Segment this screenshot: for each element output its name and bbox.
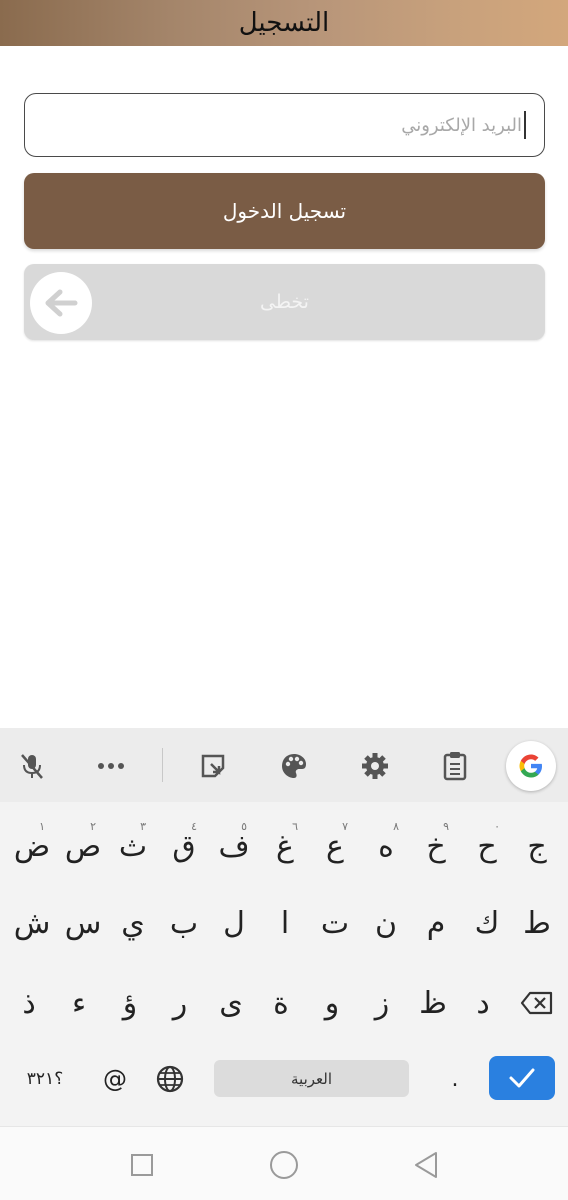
email-field[interactable]: البريد الإلكتروني xyxy=(24,93,545,157)
key-row1-9[interactable]: خ٩ xyxy=(411,818,461,874)
backspace-icon[interactable] xyxy=(512,975,562,1031)
key-char: ح xyxy=(477,828,497,864)
period-key[interactable]: . xyxy=(430,1051,480,1107)
key-row2-3[interactable]: ي xyxy=(108,895,158,951)
skip-button[interactable]: تخطى xyxy=(24,264,545,340)
text-caret xyxy=(524,111,526,139)
key-row3-6[interactable]: ة xyxy=(256,975,306,1031)
key-row1-4[interactable]: ق٤ xyxy=(159,818,209,874)
symbols-key[interactable]: ؟٣٢١ xyxy=(18,1051,72,1107)
key-row1-8[interactable]: ه٨ xyxy=(361,818,411,874)
key-row2-6[interactable]: ا xyxy=(260,895,310,951)
key-char: ث xyxy=(118,828,148,864)
key-char: ج xyxy=(527,828,547,864)
key-row3-10[interactable]: د xyxy=(458,975,508,1031)
toolbar-divider xyxy=(162,748,163,782)
key-hint: ٥ xyxy=(241,820,247,833)
login-button[interactable]: تسجيل الدخول xyxy=(24,173,545,249)
enter-key[interactable] xyxy=(489,1056,555,1100)
key-row2-10[interactable]: ك xyxy=(462,895,512,951)
key-char: غ xyxy=(276,828,294,864)
system-navbar xyxy=(0,1126,568,1200)
app-header: التسجيل xyxy=(0,0,568,46)
back-icon[interactable] xyxy=(406,1145,446,1185)
key-row1-5[interactable]: ف٥ xyxy=(209,818,259,874)
key-row2-4[interactable]: ب xyxy=(159,895,209,951)
key-hint: ٤ xyxy=(191,820,197,833)
key-row3-5[interactable]: ى xyxy=(206,975,256,1031)
key-row1-2[interactable]: ص٢ xyxy=(58,818,108,874)
page-title: التسجيل xyxy=(238,8,330,38)
key-row2-2[interactable]: س xyxy=(58,895,108,951)
space-key[interactable]: العربية xyxy=(214,1060,409,1097)
key-hint: ٣ xyxy=(140,820,146,833)
key-char: خ xyxy=(426,828,446,864)
key-row1-11[interactable]: ج xyxy=(512,818,562,874)
key-row3-1[interactable]: ذ xyxy=(4,975,54,1031)
key-char: ق xyxy=(172,828,196,864)
home-icon[interactable] xyxy=(264,1145,304,1185)
key-row1-7[interactable]: ع٧ xyxy=(310,818,360,874)
checkmark-icon xyxy=(509,1068,535,1088)
key-char: ه xyxy=(378,828,394,864)
skip-button-label: تخطى xyxy=(260,291,309,313)
key-row2-11[interactable]: ط xyxy=(512,895,562,951)
login-button-label: تسجيل الدخول xyxy=(222,199,347,223)
key-hint: ٧ xyxy=(342,820,348,833)
key-char: ف xyxy=(218,828,250,864)
key-hint: ٩ xyxy=(443,820,449,833)
soft-keyboard: ض١ ص٢ ث٣ ق٤ ف٥ غ٦ ع٧ ه٨ خ٩ ح٠ ج ش س ي ب … xyxy=(0,728,568,1126)
key-row1-1[interactable]: ض١ xyxy=(7,818,57,874)
key-row1-6[interactable]: غ٦ xyxy=(260,818,310,874)
globe-icon[interactable] xyxy=(145,1051,195,1107)
arrow-left-icon xyxy=(30,272,92,334)
key-row3-3[interactable]: ؤ xyxy=(105,975,155,1031)
google-logo[interactable] xyxy=(506,741,556,791)
key-row2-1[interactable]: ش xyxy=(7,895,57,951)
email-placeholder: البريد الإلكتروني xyxy=(401,114,522,136)
key-row1-3[interactable]: ث٣ xyxy=(108,818,158,874)
key-row2-8[interactable]: ن xyxy=(361,895,411,951)
key-hint: ٠ xyxy=(494,820,500,833)
key-hint: ٨ xyxy=(393,820,399,833)
key-row3-7[interactable]: و xyxy=(307,975,357,1031)
key-row3-8[interactable]: ز xyxy=(357,975,407,1031)
keyboard-toolbar xyxy=(0,728,568,802)
key-row1-10[interactable]: ح٠ xyxy=(462,818,512,874)
key-hint: ٦ xyxy=(292,820,298,833)
key-row2-9[interactable]: م xyxy=(411,895,461,951)
key-row3-4[interactable]: ر xyxy=(155,975,205,1031)
key-char: ع xyxy=(326,828,344,864)
key-char: ص xyxy=(64,828,102,864)
at-key[interactable]: @ xyxy=(90,1051,140,1107)
key-row2-7[interactable]: ت xyxy=(310,895,360,951)
key-char: ض xyxy=(13,828,51,864)
key-row3-2[interactable]: ء xyxy=(54,975,104,1031)
key-hint: ٢ xyxy=(90,820,96,833)
recents-icon[interactable] xyxy=(122,1145,162,1185)
mic-off-icon[interactable] xyxy=(12,746,52,786)
key-row2-5[interactable]: ل xyxy=(209,895,259,951)
clipboard-icon[interactable] xyxy=(435,746,475,786)
key-row3-9[interactable]: ظ xyxy=(408,975,458,1031)
palette-icon[interactable] xyxy=(274,746,314,786)
more-icon[interactable] xyxy=(91,746,131,786)
settings-icon[interactable] xyxy=(355,746,395,786)
sticker-icon[interactable] xyxy=(193,746,233,786)
key-hint: ١ xyxy=(39,820,45,833)
